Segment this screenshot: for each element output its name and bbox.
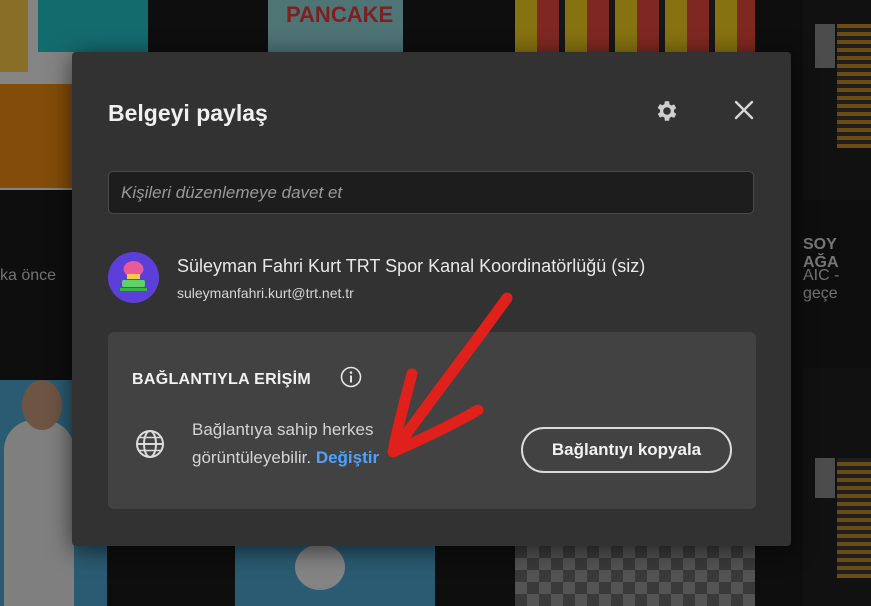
owner-name: Süleyman Fahri Kurt TRT Spor Kanal Koord… bbox=[177, 256, 646, 276]
invite-input[interactable] bbox=[108, 171, 754, 214]
info-icon[interactable] bbox=[340, 366, 362, 388]
link-access-panel: BAĞLANTIYLA ERİŞİM Bağlantıya sahip herk… bbox=[108, 332, 756, 509]
dialog-title: Belgeyi paylaş bbox=[108, 100, 268, 126]
close-icon[interactable] bbox=[732, 98, 756, 122]
owner-email: suleymanfahri.kurt@trt.net.tr bbox=[177, 285, 354, 301]
copy-link-button[interactable]: Bağlantıyı kopyala bbox=[521, 427, 732, 473]
link-access-title: BAĞLANTIYLA ERİŞİM bbox=[132, 371, 312, 388]
avatar-icon bbox=[108, 252, 159, 303]
settings-gear-icon[interactable] bbox=[654, 98, 680, 124]
globe-icon bbox=[136, 430, 164, 458]
avatar bbox=[108, 252, 159, 303]
change-link[interactable]: Değiştir bbox=[316, 448, 379, 467]
link-access-description: Bağlantıya sahip herkes görüntüleyebilir… bbox=[192, 416, 412, 472]
share-dialog: Belgeyi paylaş Süleyman Fahri Kurt TRT S… bbox=[72, 52, 791, 546]
